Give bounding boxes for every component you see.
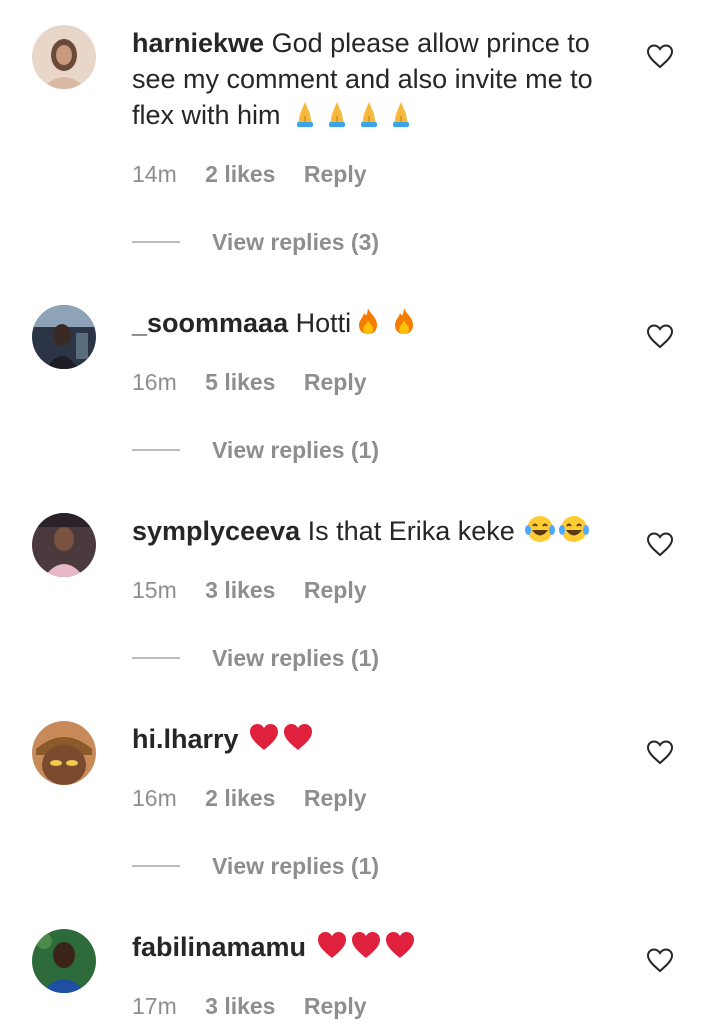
red-heart-emoji-icon	[350, 930, 382, 960]
reply-button[interactable]: Reply	[304, 785, 367, 811]
view-replies-button[interactable]: View replies (1)	[132, 643, 379, 673]
red-heart-emoji-icon	[282, 722, 314, 752]
replies-divider	[132, 241, 180, 243]
comment-time: 17m	[132, 993, 177, 1019]
comment-meta: 16m 5 likes Reply	[132, 369, 389, 396]
like-heart-icon[interactable]	[646, 43, 674, 69]
comment-time: 16m	[132, 369, 177, 395]
reply-button[interactable]: Reply	[304, 369, 367, 395]
like-heart-icon[interactable]	[646, 947, 674, 973]
comment-time: 15m	[132, 577, 177, 603]
red-heart-emoji-icon	[384, 930, 416, 960]
avatar[interactable]	[32, 929, 96, 993]
fire-emoji-icon	[389, 306, 419, 336]
like-heart-icon[interactable]	[646, 531, 674, 557]
replies-divider	[132, 449, 180, 451]
like-heart-icon[interactable]	[646, 323, 674, 349]
tears-of-joy-emoji-icon	[558, 514, 590, 544]
comment-username[interactable]: symplyceeva	[132, 516, 300, 546]
replies-divider	[132, 657, 180, 659]
view-replies-label: View replies (1)	[212, 436, 380, 463]
fire-emoji-icon	[353, 306, 383, 336]
reply-button[interactable]: Reply	[304, 161, 367, 187]
avatar[interactable]	[32, 305, 96, 369]
comment-text: Is that Erika keke	[307, 516, 515, 546]
folded-hands-emoji-icon	[290, 98, 320, 128]
comment-username[interactable]: harniekwe	[132, 28, 264, 58]
comment-meta: 14m 2 likes Reply	[132, 161, 389, 188]
comment-meta: 17m 3 likes Reply	[132, 993, 389, 1020]
red-heart-emoji-icon	[248, 722, 280, 752]
folded-hands-emoji-icon	[354, 98, 384, 128]
folded-hands-emoji-icon	[322, 98, 352, 128]
comment-username[interactable]: _soommaaa	[132, 308, 288, 338]
reply-button[interactable]: Reply	[304, 993, 367, 1019]
comment-username[interactable]: hi.lharry	[132, 724, 239, 754]
comment-likes[interactable]: 2 likes	[205, 161, 275, 187]
comment-username[interactable]: fabilinamamu	[132, 932, 306, 962]
avatar[interactable]	[32, 721, 96, 785]
comment-body: _soommaaa Hotti	[132, 305, 632, 341]
comment-likes[interactable]: 3 likes	[205, 577, 275, 603]
comment-text: Hotti	[295, 308, 352, 338]
view-replies-button[interactable]: View replies (1)	[132, 435, 379, 465]
view-replies-button[interactable]: View replies (3)	[132, 227, 379, 257]
comment-body: hi.lharry	[132, 721, 632, 757]
view-replies-label: View replies (1)	[212, 852, 380, 879]
comment-body: harniekwe God please allow prince to see…	[132, 25, 632, 133]
comment-time: 14m	[132, 161, 177, 187]
view-replies-button[interactable]: View replies (1)	[132, 851, 379, 881]
view-replies-label: View replies (1)	[212, 644, 380, 671]
folded-hands-emoji-icon	[386, 98, 416, 128]
replies-divider	[132, 865, 180, 867]
tears-of-joy-emoji-icon	[524, 514, 556, 544]
like-heart-icon[interactable]	[646, 739, 674, 765]
red-heart-emoji-icon	[316, 930, 348, 960]
comment-time: 16m	[132, 785, 177, 811]
avatar[interactable]	[32, 25, 96, 89]
reply-button[interactable]: Reply	[304, 577, 367, 603]
comment-meta: 16m 2 likes Reply	[132, 785, 389, 812]
comment-likes[interactable]: 3 likes	[205, 993, 275, 1019]
comment-likes[interactable]: 5 likes	[205, 369, 275, 395]
comment-meta: 15m 3 likes Reply	[132, 577, 389, 604]
comment-likes[interactable]: 2 likes	[205, 785, 275, 811]
avatar[interactable]	[32, 513, 96, 577]
view-replies-label: View replies (3)	[212, 228, 380, 255]
comment-body: fabilinamamu	[132, 929, 632, 965]
comment-body: symplyceeva Is that Erika keke	[132, 513, 632, 549]
